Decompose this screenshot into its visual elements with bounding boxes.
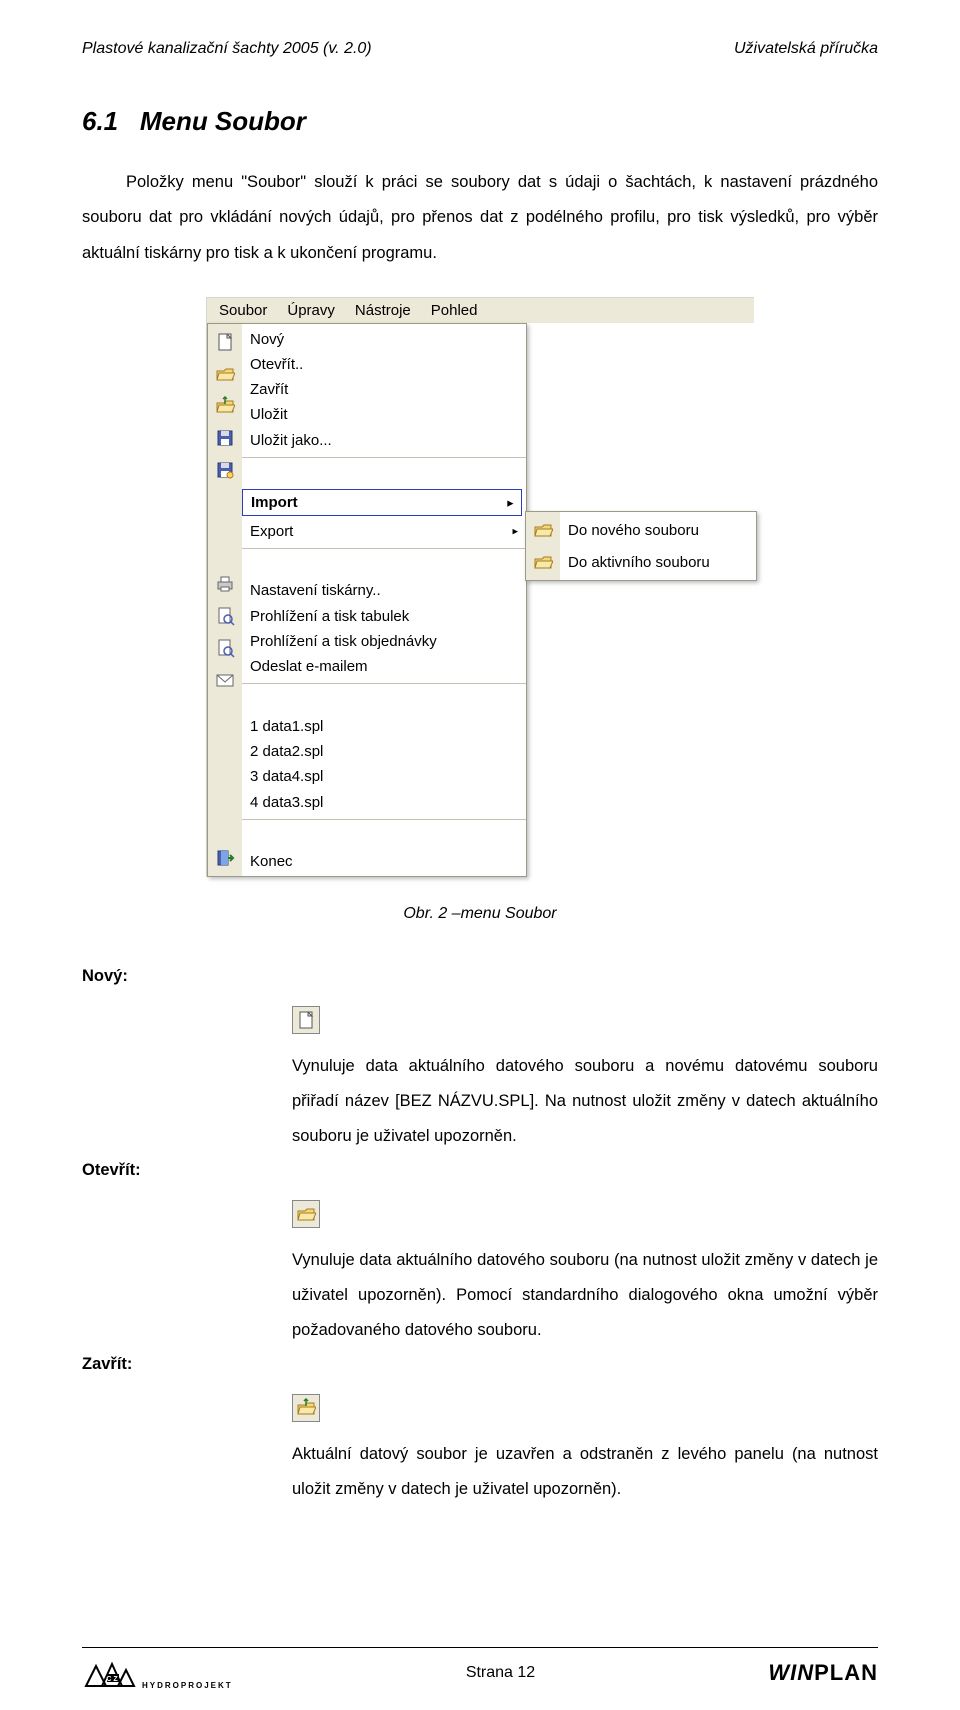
preview-icon bbox=[215, 606, 235, 626]
open-icon bbox=[533, 552, 553, 572]
menubar: Soubor Úpravy Nástroje Pohled bbox=[207, 298, 754, 323]
menu-icon-11 bbox=[208, 632, 242, 664]
menu-icon-7 bbox=[208, 527, 242, 559]
menu-icon-15 bbox=[208, 737, 242, 769]
page-footer: CZ HYDROPROJEKT Strana 12 WINPLAN bbox=[82, 1647, 878, 1690]
menu-item-0[interactable]: Nový bbox=[242, 326, 526, 351]
svg-text:CZ: CZ bbox=[106, 1676, 119, 1683]
submenu-item-1[interactable]: Do aktivního souboru bbox=[560, 546, 756, 578]
def-icon-line-novy bbox=[292, 1006, 878, 1035]
dropdown-items-column: NovýOtevřít..ZavřítUložitUložit jako... I… bbox=[242, 324, 526, 876]
menu-item-1[interactable]: Otevřít.. bbox=[242, 352, 526, 377]
figure-caption: Obr. 2 –menu Soubor bbox=[82, 905, 878, 923]
preview-icon bbox=[215, 638, 235, 658]
submenu-items-column: Do nového souboruDo aktivního souboru bbox=[560, 512, 756, 580]
menu-figure: Soubor Úpravy Nástroje Pohled NovýOtevří… bbox=[82, 297, 878, 877]
def-text-otevrit: Vynuluje data aktuálního datového soubor… bbox=[292, 1243, 878, 1347]
section-paragraph: Položky menu "Soubor" slouží k práci se … bbox=[82, 165, 878, 271]
submenu-import: Do nového souboruDo aktivního souboru bbox=[525, 511, 757, 581]
menu-icon-19 bbox=[208, 842, 242, 874]
section-number: 6.1 bbox=[82, 106, 118, 136]
def-icon-line-otevrit bbox=[292, 1200, 878, 1229]
menu-item-15[interactable]: 2 data2.spl bbox=[242, 739, 526, 764]
menu-item-9[interactable]: Nastavení tiskárny.. bbox=[242, 578, 526, 603]
header-right: Uživatelská příručka bbox=[734, 40, 878, 58]
menu-icon-10 bbox=[208, 600, 242, 632]
winplan-plan: PLAN bbox=[814, 1660, 878, 1685]
menu-item-6[interactable]: Import▸ bbox=[242, 489, 522, 516]
menubar-item-pohled[interactable]: Pohled bbox=[421, 298, 488, 323]
winplan-win: WIN bbox=[768, 1660, 814, 1685]
submenu-icon-column bbox=[526, 512, 560, 580]
dropdown-icon-column bbox=[208, 324, 242, 876]
menu-item-3[interactable]: Uložit bbox=[242, 402, 526, 427]
new-icon bbox=[292, 1006, 320, 1034]
menubar-item-soubor[interactable]: Soubor bbox=[209, 298, 277, 323]
menu-icon-3 bbox=[208, 422, 242, 454]
close-icon bbox=[215, 396, 235, 416]
menu-item-17[interactable]: 4 data3.spl bbox=[242, 789, 526, 814]
menu-item-16[interactable]: 3 data4.spl bbox=[242, 764, 526, 789]
def-icon-line-zavrit bbox=[292, 1394, 878, 1423]
submenu-arrow-icon: ▸ bbox=[512, 525, 518, 538]
definitions: Nový: Vynuluje data aktuálního datového … bbox=[82, 967, 878, 1506]
winplan-logo: WINPLAN bbox=[768, 1660, 878, 1686]
def-text-zavrit: Aktuální datový soubor je uzavřen a odst… bbox=[292, 1437, 878, 1506]
open-icon bbox=[215, 364, 235, 384]
close-icon bbox=[292, 1394, 320, 1422]
dropdown-menu: NovýOtevřít..ZavřítUložitUložit jako... I… bbox=[207, 323, 527, 877]
menu-item-4[interactable]: Uložit jako... bbox=[242, 428, 526, 453]
menubar-item-nastroje[interactable]: Nástroje bbox=[345, 298, 421, 323]
section-heading-text: Menu Soubor bbox=[140, 106, 306, 136]
menu-item-12[interactable]: Odeslat e-mailem bbox=[242, 654, 526, 679]
menu-item-19[interactable]: Konec bbox=[242, 849, 526, 874]
document-page: Plastové kanalizační šachty 2005 (v. 2.0… bbox=[0, 0, 960, 1710]
mail-icon bbox=[215, 670, 235, 690]
header-left: Plastové kanalizační šachty 2005 (v. 2.0… bbox=[82, 40, 372, 58]
printer-icon bbox=[215, 574, 235, 594]
def-label-zavrit: Zavřít: bbox=[82, 1355, 878, 1374]
hydroprojekt-logo: CZ HYDROPROJEKT bbox=[82, 1656, 233, 1690]
menu-item-10[interactable]: Prohlížení a tisk tabulek bbox=[242, 603, 526, 628]
submenu-icon-0 bbox=[526, 514, 560, 546]
open-icon bbox=[292, 1200, 320, 1228]
menu-icon-0 bbox=[208, 326, 242, 358]
def-label-novy: Nový: bbox=[82, 967, 878, 986]
menu-icon-17 bbox=[208, 801, 242, 833]
def-label-otevrit: Otevřít: bbox=[82, 1161, 878, 1180]
menu-icon-9 bbox=[208, 568, 242, 600]
save-icon bbox=[215, 428, 235, 448]
menu-icon-12 bbox=[208, 664, 242, 696]
menubar-item-upravy[interactable]: Úpravy bbox=[277, 298, 345, 323]
def-text-novy: Vynuluje data aktuálního datového soubor… bbox=[292, 1049, 878, 1153]
menu-screenshot: Soubor Úpravy Nástroje Pohled NovýOtevří… bbox=[206, 297, 754, 877]
menu-icon-14 bbox=[208, 705, 242, 737]
hydroprojekt-label: HYDROPROJEKT bbox=[142, 1681, 233, 1690]
page-header: Plastové kanalizační šachty 2005 (v. 2.0… bbox=[82, 40, 878, 58]
page-number: Strana 12 bbox=[466, 1664, 535, 1682]
menu-item-11[interactable]: Prohlížení a tisk objednávky bbox=[242, 629, 526, 654]
submenu-icon-1 bbox=[526, 546, 560, 578]
submenu-arrow-icon: ▸ bbox=[507, 496, 513, 509]
saveas-icon bbox=[215, 460, 235, 480]
menu-icon-1 bbox=[208, 358, 242, 390]
exit-icon bbox=[215, 848, 235, 868]
menu-icon-6 bbox=[208, 495, 242, 527]
new-icon bbox=[215, 332, 235, 352]
submenu-item-0[interactable]: Do nového souboru bbox=[560, 514, 756, 546]
menu-icon-2 bbox=[208, 390, 242, 422]
menu-icon-4 bbox=[208, 454, 242, 486]
menu-item-7[interactable]: Export▸ bbox=[242, 518, 526, 543]
open-icon bbox=[533, 520, 553, 540]
section-title: 6.1 Menu Soubor bbox=[82, 106, 878, 137]
menu-item-2[interactable]: Zavřít bbox=[242, 377, 526, 402]
menu-icon-16 bbox=[208, 769, 242, 801]
menu-item-14[interactable]: 1 data1.spl bbox=[242, 714, 526, 739]
